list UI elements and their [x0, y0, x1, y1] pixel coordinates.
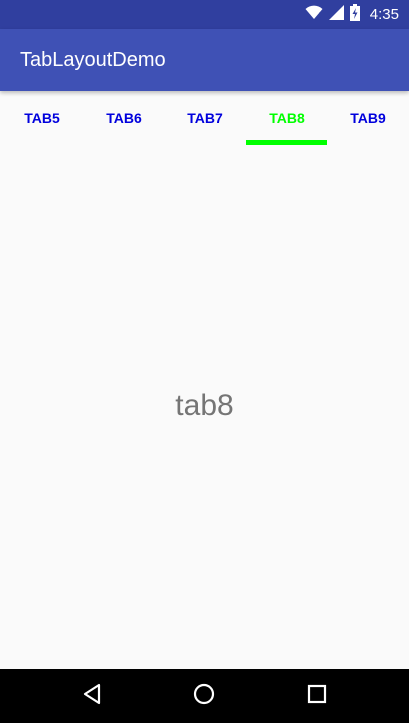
home-icon	[193, 683, 215, 710]
recents-button[interactable]	[301, 680, 333, 712]
back-icon	[82, 683, 102, 710]
battery-charging-icon	[349, 3, 360, 26]
status-icons: 4:35	[305, 3, 399, 26]
status-time: 4:35	[369, 6, 399, 23]
tab-content: tab8	[0, 145, 409, 669]
home-button[interactable]	[188, 680, 220, 712]
tab-8[interactable]: TAB8	[246, 91, 328, 145]
app-title: TabLayoutDemo	[20, 49, 166, 71]
recents-icon	[307, 684, 327, 709]
content-text: tab8	[175, 389, 234, 422]
tab-bar: TAB5 TAB6 TAB7 TAB8 TAB9	[0, 91, 409, 145]
signal-icon	[328, 4, 344, 25]
back-button[interactable]	[76, 680, 108, 712]
tab-6[interactable]: TAB6	[83, 91, 165, 145]
tab-9[interactable]: TAB9	[327, 91, 409, 145]
app-bar: TabLayoutDemo	[0, 29, 409, 91]
tab-7[interactable]: TAB7	[164, 91, 246, 145]
tab-5[interactable]: TAB5	[1, 91, 83, 145]
wifi-icon	[305, 5, 323, 25]
navigation-bar	[0, 669, 409, 723]
status-bar: 4:35	[0, 0, 409, 29]
